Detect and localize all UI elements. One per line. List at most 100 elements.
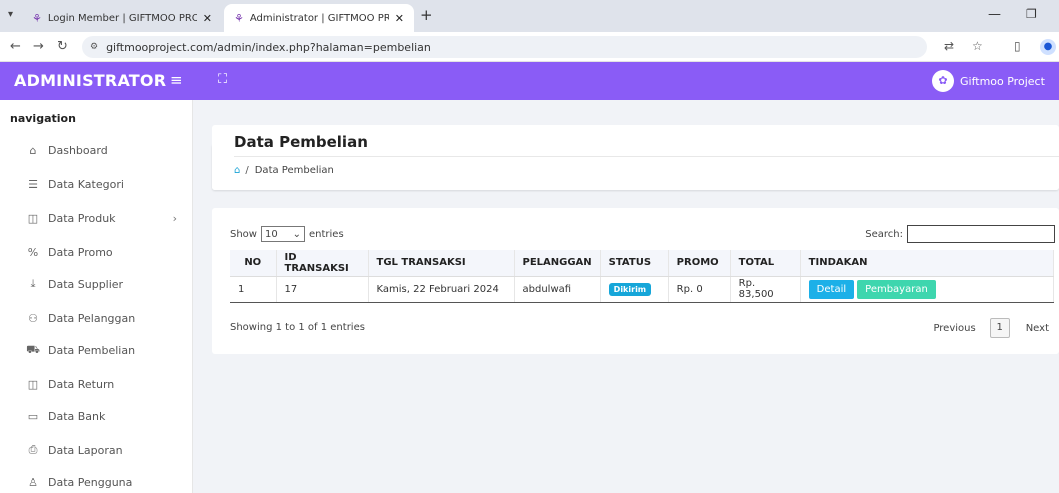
close-tab-icon[interactable]: ✕ [203,12,212,25]
col-tindakan[interactable]: TINDAKAN [800,250,1055,277]
sidebar-item-label: Data Produk [48,211,116,225]
site-info-icon[interactable]: ⚙ [90,42,98,52]
sidebar-item-dashboard[interactable]: ⌂ Dashboard [0,138,193,162]
search-input[interactable] [907,225,1055,243]
entries-select[interactable]: 10 ⌄ [260,226,305,242]
sidebar-item-data-pelanggan[interactable]: ⚇ Data Pelanggan [0,306,193,330]
cell-no: 1 [230,276,277,303]
page-title: Data Pembelian [234,133,368,151]
home-icon[interactable]: ⌂ [234,165,240,176]
sidebar-item-data-laporan[interactable]: ⎙ Data Laporan [0,438,193,462]
entries-label: entries [308,228,344,240]
box-icon: ◫ [27,211,39,225]
minimize-icon[interactable]: — [988,7,1001,22]
reload-icon[interactable]: ↻ [57,39,68,54]
fullscreen-icon[interactable]: ⛶ [218,72,227,87]
card-icon: ▭ [27,409,39,423]
col-status[interactable]: STATUS [600,250,669,277]
percent-icon: % [27,245,39,259]
show-label: Show [230,228,257,240]
breadcrumb-separator: / [245,165,249,176]
sidebar-item-data-pembelian[interactable]: ⛟ Data Pembelian [0,338,193,362]
browser-tab-login[interactable]: ⚘ Login Member | GIFTMOO PRO ✕ [22,4,222,32]
cart-icon: ⛟ [26,342,40,356]
cell-id: 17 [276,276,369,303]
search-control: Search: [865,225,1055,243]
sidebar-item-label: Data Pelanggan [48,311,136,325]
status-badge: Dikirim [608,282,652,296]
sidebar-item-label: Data Promo [48,245,113,259]
close-tab-icon[interactable]: ✕ [395,12,404,25]
detail-button[interactable]: Detail [808,279,855,299]
url-field[interactable]: ⚙ giftmooproject.com/admin/index.php?hal… [82,36,927,58]
sidebar-item-label: Data Laporan [48,443,123,457]
bookmark-star-icon[interactable]: ☆ [972,39,983,53]
new-tab-icon[interactable]: + [420,6,433,24]
home-icon: ⌂ [29,143,37,157]
sidebar-item-label: Dashboard [48,143,108,157]
tab-search-chevron-icon[interactable]: ▾ [8,9,13,20]
chevron-down-icon: ⌄ [292,228,301,240]
col-id-transaksi[interactable]: ID TRANSAKSI [276,250,369,277]
breadcrumb: ⌂ / Data Pembelian [234,165,334,176]
sidebar-item-label: Data Bank [48,409,106,423]
sidebar-item-label: Data Pengguna [48,475,133,489]
sidebar: navigation ⌂ Dashboard ☰ Data Kategori ◫… [0,100,193,493]
sidebar-item-label: Data Return [48,377,115,391]
url-text: giftmooproject.com/admin/index.php?halam… [106,40,431,54]
restore-window-icon[interactable]: ❐ [1026,7,1037,21]
brand-title: ADMINISTRATOR [14,71,167,90]
search-label: Search: [865,228,903,240]
sidebar-item-data-kategori[interactable]: ☰ Data Kategori [0,172,193,196]
table-card: Show 10 ⌄ entries Search: NO ID TRANSAKS… [212,208,1059,354]
col-total[interactable]: TOTAL [730,250,801,277]
entries-control: Show 10 ⌄ entries [230,226,344,242]
sidebar-item-label: Data Supplier [48,277,124,291]
browser-tab-admin[interactable]: ⚘ Administrator | GIFTMOO PRO ✕ [224,4,414,32]
pagination-previous[interactable]: Previous [933,323,975,334]
nav-heading: navigation [10,112,76,125]
entries-value: 10 [264,228,278,240]
site-favicon-icon: ⚘ [32,11,42,25]
cell-customer: abdulwafi [514,276,601,303]
pagination: Previous 1 Next [933,318,1049,338]
tab-title: Login Member | GIFTMOO PRO [47,12,197,24]
sidebar-item-data-return[interactable]: ◫ Data Return [0,372,193,396]
cell-status: Dikirim [600,276,669,303]
sidebar-item-data-bank[interactable]: ▭ Data Bank [0,404,193,428]
menu-toggle-icon[interactable]: ≡ [170,71,183,89]
side-panel-icon[interactable]: ▯ [1014,39,1021,53]
list-icon: ☰ [28,177,38,191]
sidebar-item-data-pengguna[interactable]: ♙ Data Pengguna [0,470,193,493]
page-header-card: Data Pembelian ⌂ / Data Pembelian [212,125,1059,190]
back-icon[interactable]: ← [10,39,21,54]
pagination-next[interactable]: Next [1026,323,1049,334]
user-icon: ♙ [28,475,38,489]
user-menu[interactable]: ✿ Giftmoo Project [932,70,1045,92]
cell-total: Rp. 83,500 [730,276,801,303]
tab-title: Administrator | GIFTMOO PRO [249,12,389,24]
browser-tabstrip: ▾ ⚘ Login Member | GIFTMOO PRO ✕ ⚘ Admin… [0,0,1059,32]
chevron-right-icon: › [172,211,177,225]
col-promo[interactable]: PROMO [668,250,731,277]
col-no[interactable]: NO [230,250,277,277]
pagination-page[interactable]: 1 [989,318,1010,338]
site-favicon-icon: ⚘ [234,11,244,25]
sidebar-item-data-supplier[interactable]: ⤓ Data Supplier [0,272,193,296]
col-tgl-transaksi[interactable]: TGL TRANSAKSI [368,250,515,277]
forward-icon[interactable]: → [33,39,44,54]
profile-icon[interactable]: ● [1040,39,1056,55]
address-bar-row: ← → ↻ ⚙ giftmooproject.com/admin/index.p… [0,32,1059,62]
col-pelanggan[interactable]: PELANGGAN [514,250,601,277]
translate-icon[interactable]: ⇄ [944,39,954,53]
printer-icon: ⎙ [28,443,38,456]
box-icon: ◫ [27,377,39,391]
cell-actions: Detail Pembayaran [800,276,1055,303]
sidebar-item-data-produk[interactable]: ◫ Data Produk › [0,206,193,230]
pembayaran-button[interactable]: Pembayaran [857,279,936,299]
user-name: Giftmoo Project [960,74,1045,88]
sidebar-item-label: Data Pembelian [48,343,136,357]
sidebar-item-label: Data Kategori [48,177,124,191]
download-icon: ⤓ [30,277,36,290]
sidebar-item-data-promo[interactable]: % Data Promo [0,240,193,264]
